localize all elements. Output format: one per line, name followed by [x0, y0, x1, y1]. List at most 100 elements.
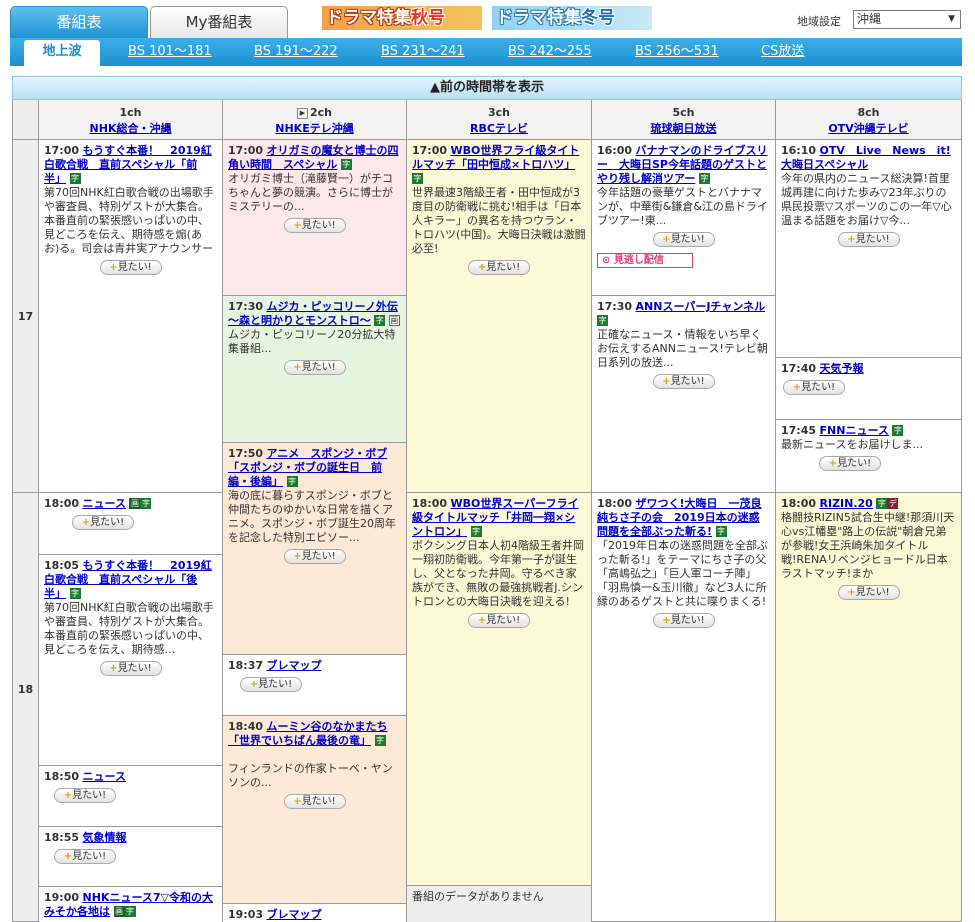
program-title[interactable]: 気象情報: [83, 831, 127, 844]
channel-link[interactable]: RBCテレビ: [407, 120, 591, 136]
play-icon[interactable]: ▶: [296, 108, 308, 119]
want-button[interactable]: +見たい!: [283, 218, 346, 233]
caption-badge: 字: [715, 526, 727, 537]
program-title[interactable]: ニュース: [83, 770, 126, 783]
program-title[interactable]: RIZIN.20: [820, 497, 873, 510]
program-time: 17:30: [597, 300, 633, 313]
program-desc: 最新ニュースをお届けしま...: [781, 438, 923, 451]
program-cell[interactable]: 18:05 もうすぐ本番！ 2019紅白歌合戦 直前スペシャル「後半」 字 第7…: [39, 555, 223, 766]
want-button[interactable]: +見たい!: [468, 613, 530, 628]
want-label: 見たい!: [72, 851, 107, 862]
program-desc: ボクシング日本人初4階級王者井岡一翔初防衛戦。今年第一子が誕生し、父となった井岡…: [412, 539, 584, 608]
want-button[interactable]: +見たい!: [837, 585, 900, 600]
want-label: 見たい!: [301, 796, 336, 807]
program-desc: オリガミ博士（滝藤賢一）がチコちゃんと夢の競演。さらに博士がミステリーの...: [228, 172, 393, 213]
caption-badge: 字: [124, 906, 136, 917]
channel-link[interactable]: OTV沖縄テレビ: [776, 120, 961, 136]
program-time: 18:37: [228, 659, 264, 672]
want-button[interactable]: +見たい!: [283, 794, 346, 809]
banner-aki-accent: 秋号: [411, 8, 445, 28]
program-cell[interactable]: 17:00 WBO世界フライ級タイトルマッチ「田中恒成×トロハツ」 字 世界最速…: [407, 140, 592, 493]
want-button[interactable]: +見たい!: [819, 456, 881, 471]
want-button[interactable]: +見たい!: [283, 549, 346, 564]
program-cell[interactable]: 17:00 オリガミの魔女と博士の四角い時間 スペシャル 字 オリガミ博士（滝藤…: [223, 140, 407, 296]
prev-timeslot-button[interactable]: ▲前の時間帯を表示: [12, 76, 962, 100]
program-time: 18:00: [597, 497, 633, 510]
program-cell[interactable]: 18:00 RIZIN.20 字デ 格闘技RIZIN5試合生中継!那須川天心vs…: [776, 493, 961, 922]
program-cell[interactable]: 16:00 バナナマンのドライブスリー 大晦日SP今年話題のゲストとやり残し解消…: [592, 140, 776, 296]
program-time: 19:00: [44, 891, 80, 904]
want-button[interactable]: +見たい!: [783, 380, 845, 395]
tab-program-guide[interactable]: 番組表: [10, 6, 148, 38]
program-cell[interactable]: 18:00 ニュース 画字 +見たい!: [39, 493, 223, 555]
program-cell[interactable]: 19:00 NHKニュース7▽令和の大みそか各地は 画字: [39, 887, 223, 922]
band-tab-bs-242[interactable]: BS 242～255: [508, 38, 592, 66]
missed-stream-button[interactable]: ⊙ 見逃し配信: [597, 253, 693, 268]
channel-link[interactable]: NHK総合・沖縄: [39, 120, 222, 136]
program-title[interactable]: ブレマップ: [267, 908, 322, 921]
program-cell[interactable]: 17:40 天気予報 +見たい!: [776, 358, 961, 420]
program-time: 17:40: [781, 362, 817, 375]
band-tab-bs-256[interactable]: BS 256～531: [635, 38, 719, 66]
plus-icon: +: [293, 796, 302, 807]
want-label: 見たい!: [90, 517, 125, 528]
want-button[interactable]: +見たい!: [652, 613, 715, 628]
program-cell[interactable]: 18:50 ニュース +見たい!: [39, 766, 223, 827]
program-cell[interactable]: 18:00 ザワつく!大晦日 一茂良純ちさ子の会 2019日本の迷惑問題を全部ぶ…: [592, 493, 776, 922]
channel-header-1: 1ch NHK総合・沖縄: [39, 100, 223, 140]
program-title[interactable]: ニュース: [83, 497, 126, 510]
banner-drama-autumn[interactable]: ドラマ特集秋号: [322, 6, 482, 30]
plus-icon: +: [828, 458, 838, 469]
want-button[interactable]: +見たい!: [837, 232, 900, 247]
band-tab-terrestrial[interactable]: 地上波: [24, 40, 100, 66]
want-button[interactable]: +見たい!: [468, 260, 530, 275]
plus-icon: +: [81, 517, 91, 528]
want-label: 見たい!: [855, 234, 890, 245]
want-label: 見たい!: [670, 615, 705, 626]
channel-link[interactable]: 琉球朝日放送: [592, 120, 775, 136]
want-button[interactable]: +見たい!: [54, 788, 116, 803]
program-cell[interactable]: 18:00 WBO世界スーパーフライ級タイトルマッチ「井岡一翔×シントロン」 字…: [407, 493, 592, 886]
want-label: 見たい!: [486, 262, 521, 273]
want-button[interactable]: +見たい!: [652, 232, 715, 247]
program-title[interactable]: FNNニュース: [820, 424, 889, 437]
plus-icon: +: [293, 220, 302, 231]
program-cell[interactable]: 17:45 FNNニュース 字 最新ニュースをお届けしま... +見たい!: [776, 420, 961, 493]
banner-drama-winter[interactable]: ドラマ特集冬号: [492, 6, 652, 30]
caption-badge: 字: [69, 588, 81, 599]
plus-icon: +: [847, 587, 856, 598]
want-button[interactable]: +見たい!: [99, 260, 162, 275]
program-title[interactable]: ANNスーパーJチャンネル: [636, 300, 766, 313]
program-cell[interactable]: 17:30 ANNスーパーJチャンネル 字 正確なニュース・情報をいち早くお伝え…: [592, 296, 776, 493]
program-cell[interactable]: 17:50 アニメ スポンジ・ボブ「スポンジ・ボブの誕生日 前編・後編」 字 海…: [223, 443, 407, 655]
plus-icon: +: [109, 663, 118, 674]
program-cell[interactable]: 18:37 ブレマップ +見たい!: [223, 655, 407, 716]
program-cell[interactable]: 18:40 ムーミン谷のなかまたち「世界でいちばん最後の竜」 字 フィンランドの…: [223, 716, 407, 904]
want-button[interactable]: +見たい!: [240, 677, 302, 692]
program-title[interactable]: 天気予報: [820, 362, 864, 375]
channel-link[interactable]: NHKEテレ沖縄: [223, 120, 406, 136]
want-button[interactable]: +見たい!: [283, 360, 346, 375]
program-title[interactable]: ブレマップ: [267, 659, 322, 672]
program-cell[interactable]: 17:30 ムジカ・ピッコリーノ外伝～森と明かりとモンストロ～ 字 画 ムジカ・…: [223, 296, 407, 443]
want-button[interactable]: +見たい!: [99, 661, 162, 676]
tab-my-guide[interactable]: My番組表: [150, 6, 288, 38]
program-cell[interactable]: 17:00 もうすぐ本番！ 2019紅白歌合戦 直前スペシャル「前半」 字 第7…: [39, 140, 223, 493]
want-button[interactable]: +見たい!: [72, 515, 134, 530]
region-select[interactable]: 沖縄 ▼: [853, 10, 961, 29]
program-time: 18:40: [228, 720, 264, 733]
plus-icon: +: [792, 382, 802, 393]
program-cell[interactable]: 18:55 気象情報 +見たい!: [39, 827, 223, 887]
band-bar: 地上波 BS 101～181 BS 191～222 BS 231～241 BS …: [10, 38, 962, 66]
plus-icon: +: [63, 851, 73, 862]
band-tab-bs-191[interactable]: BS 191～222: [254, 38, 338, 66]
banner-aki-prefix: ドラマ特集: [326, 8, 411, 28]
want-label: 見たい!: [670, 234, 705, 245]
band-tab-bs-101[interactable]: BS 101～181: [128, 38, 212, 66]
band-tab-cs[interactable]: CS放送: [761, 38, 804, 66]
want-button[interactable]: +見たい!: [54, 849, 116, 864]
program-cell[interactable]: 19:03 ブレマップ: [223, 904, 407, 922]
want-button[interactable]: +見たい!: [652, 374, 715, 389]
band-tab-bs-231[interactable]: BS 231～241: [381, 38, 465, 66]
program-cell[interactable]: 16:10 OTV Live News it!大晦日スペシャル 今年の県内のニュ…: [776, 140, 961, 358]
